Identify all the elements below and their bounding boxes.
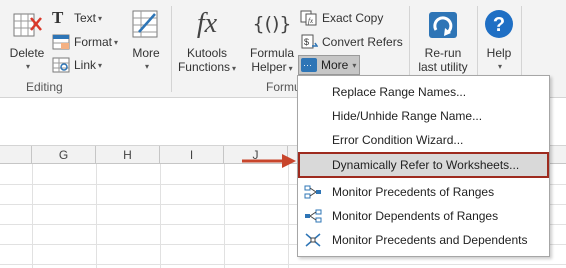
kutools-functions-label-2-row: Functions ▾: [178, 60, 236, 74]
formula-braces-icon: {()}: [252, 13, 292, 35]
chevron-down-icon: ▾: [144, 62, 149, 71]
svg-text:$: $: [304, 37, 309, 47]
convert-refers-label: Convert Refers: [322, 35, 403, 49]
help-button[interactable]: ? Help ▾: [480, 8, 518, 71]
group-separator: [171, 6, 172, 92]
menu-item-label: Hide/Unhide Range Name...: [332, 109, 483, 123]
rerun-last-utility-button[interactable]: Re-run last utility: [411, 8, 475, 74]
menu-item-monitor-dependents[interactable]: Monitor Dependents of Ranges: [298, 204, 549, 228]
convert-refers-icon: $: [300, 34, 319, 50]
menu-item-label: Replace Range Names...: [332, 85, 467, 99]
menu-item-error-condition-wizard[interactable]: Error Condition Wizard...: [298, 128, 549, 152]
column-gridline: [288, 164, 289, 268]
chevron-down-icon: ▾: [25, 62, 30, 71]
menu-item-replace-range-names[interactable]: Replace Range Names...: [298, 80, 549, 104]
chevron-down-icon: ▾: [497, 62, 502, 71]
format-icon: [52, 34, 70, 50]
exact-copy-button[interactable]: fx Exact Copy: [300, 8, 383, 28]
kutools-functions-label-2: Functions: [177, 60, 230, 74]
function-icon: fx: [196, 8, 218, 39]
rerun-label-1: Re-run: [424, 46, 462, 60]
link-button[interactable]: Link ▾: [52, 55, 102, 75]
chevron-down-icon: ▾: [232, 64, 237, 73]
editing-more-label: More: [132, 46, 160, 60]
menu-item-monitor-precedents[interactable]: Monitor Precedents of Ranges: [298, 180, 549, 204]
column-gridline: [32, 164, 33, 268]
help-label: Help: [486, 46, 512, 60]
link-label: Link: [74, 58, 97, 72]
format-button[interactable]: Format ▾: [52, 32, 118, 52]
menu-item-label: Monitor Dependents of Ranges: [332, 209, 499, 223]
delete-button[interactable]: Delete ▾: [6, 8, 48, 71]
precedents-dependents-icon: [305, 233, 321, 247]
dependents-icon: [305, 209, 322, 223]
column-header-g[interactable]: G: [32, 146, 96, 164]
rerun-icon: [429, 12, 457, 38]
chevron-down-icon: ▾: [98, 13, 103, 23]
exact-copy-icon: fx: [300, 10, 318, 26]
more-dots: ···: [303, 60, 312, 70]
menu-item-hide-unhide-range-name[interactable]: Hide/Unhide Range Name...: [298, 104, 549, 128]
precedents-icon: [304, 185, 321, 199]
menu-item-label: Monitor Precedents and Dependents: [332, 233, 528, 247]
formula-helper-label-1: Formula: [249, 46, 294, 60]
text-icon: T: [52, 8, 64, 27]
chevron-down-icon: ▾: [288, 64, 293, 73]
kutools-functions-label-1: Kutools: [186, 46, 228, 60]
text-button[interactable]: T Text ▾: [52, 8, 102, 28]
rerun-label-2: last utility: [418, 60, 468, 74]
chevron-down-icon: ▾: [352, 60, 357, 70]
arrow-icon: [242, 154, 296, 168]
formula-group-label: Formu: [266, 80, 301, 94]
svg-text:?: ?: [493, 14, 505, 36]
formula-more-label: More: [321, 58, 349, 72]
more-menu-icon: ···: [301, 58, 317, 72]
column-header-blank: [0, 146, 32, 164]
formula-helper-label-2: Helper: [251, 60, 287, 74]
formula-more-button[interactable]: ··· More ▾: [298, 55, 360, 75]
formula-helper-button[interactable]: {()} Formula Helper ▾: [246, 8, 298, 74]
menu-item-label: Error Condition Wizard...: [332, 133, 464, 147]
column-header-h[interactable]: H: [96, 146, 160, 164]
menu-item-dynamically-refer-to-worksheets[interactable]: Dynamically Refer to Worksheets...: [298, 152, 549, 178]
svg-text:fx: fx: [308, 17, 314, 25]
row-gridline: [0, 264, 566, 265]
convert-refers-button[interactable]: $ Convert Refers: [300, 32, 403, 52]
link-icon: [52, 57, 70, 73]
column-header-i[interactable]: I: [160, 146, 224, 164]
menu-item-label: Dynamically Refer to Worksheets...: [332, 158, 520, 172]
column-gridline: [160, 164, 161, 268]
menu-item-label: Monitor Precedents of Ranges: [332, 185, 495, 199]
editing-group-label: Editing: [26, 80, 63, 94]
exact-copy-label: Exact Copy: [322, 11, 384, 25]
text-label: Text: [74, 11, 97, 25]
kutools-functions-button[interactable]: fx Kutools Functions ▾: [174, 8, 240, 74]
format-label: Format: [74, 35, 113, 49]
more-icon: [132, 10, 158, 38]
delete-label: Delete: [9, 46, 45, 60]
column-gridline: [96, 164, 97, 268]
more-dropdown-menu: Replace Range Names... Hide/Unhide Range…: [297, 75, 550, 257]
formula-helper-label-2-row: Helper ▾: [251, 60, 292, 74]
help-icon: ?: [485, 10, 513, 38]
chevron-down-icon: ▾: [98, 60, 103, 70]
column-gridline: [224, 164, 225, 268]
editing-more-button[interactable]: More ▾: [126, 8, 166, 71]
chevron-down-icon: ▾: [114, 37, 119, 47]
menu-item-monitor-precedents-and-dependents[interactable]: Monitor Precedents and Dependents: [298, 228, 549, 252]
delete-icon: [13, 13, 42, 37]
